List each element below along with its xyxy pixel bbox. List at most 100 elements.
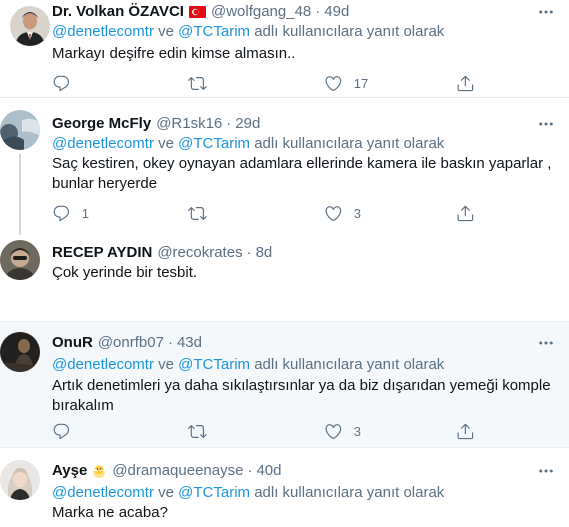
display-name[interactable]: George McFly [52, 114, 151, 134]
reply-button[interactable]: 1 [52, 203, 89, 223]
share-button[interactable] [456, 203, 475, 223]
separator-dot: · [167, 334, 173, 351]
replying-to: @denetlecomtr ve @TCTarim adlı kullanıcı… [52, 483, 557, 503]
tweet[interactable]: George McFly @R1sk16 · 29d @denetlecomtr… [0, 98, 569, 242]
like-button[interactable]: 17 [324, 73, 368, 93]
tweet-header: Ayşe @dramaqueenayse · 40d [52, 461, 557, 481]
thread-line [19, 154, 21, 242]
mention-link[interactable]: @TCTarim [178, 356, 250, 373]
replying-to: @denetlecomtr ve @TCTarim adlı kullanıcı… [52, 355, 557, 375]
display-name[interactable]: RECEP AYDIN [52, 243, 152, 263]
like-icon [325, 75, 342, 91]
user-handle[interactable]: @dramaqueenayse [112, 461, 243, 481]
avatar[interactable] [0, 460, 40, 500]
mention-link[interactable]: @TCTarim [178, 23, 250, 40]
reply-button[interactable] [52, 421, 82, 441]
timestamp[interactable]: 29d [235, 114, 260, 134]
avatar-image [10, 6, 50, 46]
reply-icon [53, 423, 70, 439]
mention-link[interactable]: @denetlecomtr [52, 356, 154, 373]
retweet-icon [188, 76, 207, 90]
more-options-button[interactable] [535, 461, 557, 481]
separator-dot: · [315, 3, 321, 20]
more-icon [539, 122, 553, 126]
share-icon [457, 423, 474, 439]
avatar-image [0, 110, 40, 150]
more-options-button[interactable] [535, 2, 557, 22]
replying-to: @denetlecomtr ve @TCTarim adlı kullanıcı… [52, 22, 557, 42]
more-options-button[interactable] [535, 114, 557, 134]
tweet-header: George McFly @R1sk16 · 29d [52, 114, 557, 134]
mention-link[interactable]: @denetlecomtr [52, 135, 154, 152]
chick-emoji-icon [93, 465, 106, 478]
like-count: 3 [353, 423, 361, 439]
timestamp[interactable]: 49d [324, 2, 349, 22]
replying-conj: ve [158, 23, 174, 40]
tweet-header: OnuR @onrfb07 · 43d [52, 333, 557, 353]
timestamp[interactable]: 40d [256, 461, 281, 481]
mention-link[interactable]: @denetlecomtr [52, 484, 154, 501]
replying-suffix: adlı kullanıcılara yanıt olarak [254, 484, 445, 501]
retweet-icon [188, 206, 207, 220]
like-button[interactable]: 3 [324, 203, 361, 223]
tweet-actions: 3 [52, 421, 482, 441]
more-icon [539, 10, 553, 14]
tweet-text: Çok yerinde bir tesbit. [52, 264, 198, 281]
tweet-text: Saç kestiren, okey oynayan adamlara elle… [52, 155, 552, 192]
mention-link[interactable]: @TCTarim [178, 135, 250, 152]
reply-count: 1 [81, 205, 89, 221]
retweet-button[interactable] [188, 421, 218, 441]
share-button[interactable] [456, 73, 475, 93]
replying-to: @denetlecomtr ve @TCTarim adlı kullanıcı… [52, 134, 557, 154]
timestamp[interactable]: 8d [256, 243, 273, 263]
tweet[interactable]: OnuR @onrfb07 · 43d @denetlecomtr ve @TC… [0, 322, 569, 448]
timestamp[interactable]: 43d [177, 333, 202, 353]
retweet-icon [188, 424, 207, 438]
avatar[interactable] [0, 240, 40, 280]
user-handle[interactable]: @onrfb07 [98, 333, 164, 353]
display-name[interactable]: OnuR [52, 333, 93, 353]
user-handle[interactable]: @R1sk16 [156, 114, 222, 134]
retweet-button[interactable] [188, 203, 218, 223]
tweet[interactable]: Dr. Volkan ÖZAVCI @wolfgang_48 · 49d @de… [0, 0, 569, 98]
turkey-flag-icon [188, 6, 206, 18]
avatar[interactable] [0, 110, 40, 150]
like-icon [325, 423, 342, 439]
more-icon [539, 469, 553, 473]
retweet-button[interactable] [188, 73, 218, 93]
separator-dot: · [247, 462, 253, 479]
user-handle[interactable]: @wolfgang_48 [211, 2, 311, 22]
tweet-text: Markayı deşifre edin kimse almasın.. [52, 45, 296, 62]
replying-conj: ve [158, 484, 174, 501]
tweet-text: Artık denetimleri ya daha sıkılaştırsınl… [52, 377, 551, 414]
replying-conj: ve [158, 356, 174, 373]
avatar-image [0, 240, 40, 280]
display-name[interactable]: Ayşe [52, 461, 87, 481]
reply-icon [53, 75, 70, 91]
avatar-image [0, 460, 40, 500]
reply-icon [53, 205, 70, 221]
like-count: 3 [353, 205, 361, 221]
display-name[interactable]: Dr. Volkan ÖZAVCI [52, 2, 184, 22]
like-icon [325, 205, 342, 221]
tweet[interactable]: RECEP AYDIN @recokrates · 8d Çok yerinde… [0, 235, 569, 322]
tweet-actions: 1 3 [52, 203, 482, 223]
share-icon [457, 75, 474, 91]
tweet-header: RECEP AYDIN @recokrates · 8d [52, 243, 557, 263]
avatar-image [0, 332, 40, 372]
tweet-text: Marka ne acaba? [52, 504, 168, 521]
reply-button[interactable] [52, 73, 82, 93]
like-button[interactable]: 3 [324, 421, 361, 441]
avatar[interactable] [0, 332, 40, 372]
mention-link[interactable]: @denetlecomtr [52, 23, 154, 40]
share-button[interactable] [456, 421, 475, 441]
tweet[interactable]: Ayşe @dramaqueenayse · 40d @denetlecomtr… [0, 448, 569, 527]
replying-suffix: adlı kullanıcılara yanıt olarak [254, 135, 445, 152]
tweet-actions: 17 [52, 73, 482, 93]
tweet-header: Dr. Volkan ÖZAVCI @wolfgang_48 · 49d [52, 2, 557, 22]
share-icon [457, 205, 474, 221]
mention-link[interactable]: @TCTarim [178, 484, 250, 501]
user-handle[interactable]: @recokrates [157, 243, 242, 263]
avatar[interactable] [10, 6, 50, 46]
more-options-button[interactable] [535, 333, 557, 353]
